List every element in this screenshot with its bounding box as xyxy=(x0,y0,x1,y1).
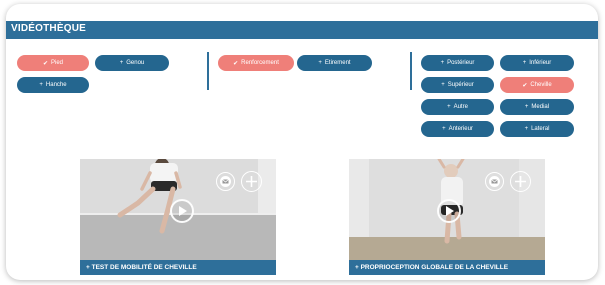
filter-divider xyxy=(410,52,412,90)
plus-icon[interactable] xyxy=(510,171,531,192)
filter-posterieur[interactable]: + Postérieur xyxy=(421,55,494,71)
plus-icon: + xyxy=(441,82,445,88)
filter-inferieur[interactable]: + Inférieur xyxy=(500,55,574,71)
video-title[interactable]: + TEST DE MOBILITÉ DE CHEVILLE xyxy=(80,260,276,275)
plus-icon: + xyxy=(447,104,451,110)
filter-label: Medial xyxy=(531,104,550,110)
plus-icon[interactable] xyxy=(241,171,262,192)
filter-medial[interactable]: + Medial xyxy=(500,99,574,115)
page-title: VIDÉOTHÈQUE xyxy=(11,23,86,34)
videotheque-header: VIDÉOTHÈQUE xyxy=(6,21,598,39)
filter-divider xyxy=(207,52,209,90)
filter-autre[interactable]: + Autre xyxy=(421,99,494,115)
plus-icon: + xyxy=(440,60,445,66)
plus-icon: + xyxy=(524,126,529,132)
filter-label: Postérieur xyxy=(447,60,475,66)
filter-label: Etirement xyxy=(324,60,351,66)
plus-icon: + xyxy=(39,82,43,88)
filter-etirement[interactable]: + Etirement xyxy=(297,55,372,71)
plus-icon: + xyxy=(318,60,322,66)
filter-label: Supérieur xyxy=(447,82,474,88)
filter-hanche[interactable]: + Hanche xyxy=(17,77,89,93)
plus-icon: + xyxy=(119,60,124,66)
envelope-icon[interactable] xyxy=(485,172,504,191)
filter-label: Inférieur xyxy=(529,60,552,66)
filter-label: Anterieur xyxy=(448,126,473,132)
filter-label: Pied xyxy=(51,60,64,66)
video-card[interactable]: + TEST DE MOBILITÉ DE CHEVILLE xyxy=(80,159,276,275)
filter-label: Lateral xyxy=(531,126,550,132)
filter-label: Hanche xyxy=(45,82,67,88)
filter-label: Renforcement xyxy=(241,60,279,66)
play-icon[interactable] xyxy=(170,199,194,223)
plus-icon: + xyxy=(522,60,527,66)
filter-superieur[interactable]: + Supérieur xyxy=(421,77,494,93)
play-icon[interactable] xyxy=(437,199,461,223)
filter-genou[interactable]: + Genou xyxy=(95,55,169,71)
check-icon: ✔ xyxy=(522,82,528,89)
video-title[interactable]: + PROPRIOCEPTION GLOBALE DE LA CHEVILLE xyxy=(349,260,545,275)
filter-cheville[interactable]: ✔ Cheville xyxy=(500,77,574,93)
filter-renforcement[interactable]: ✔ Renforcement xyxy=(218,55,294,71)
video-card[interactable]: + PROPRIOCEPTION GLOBALE DE LA CHEVILLE xyxy=(349,159,545,275)
filter-lateral[interactable]: + Lateral xyxy=(500,121,574,137)
plus-icon: + xyxy=(524,104,529,110)
check-icon: ✔ xyxy=(233,60,239,67)
check-icon: ✔ xyxy=(42,60,48,67)
videotheque-card: VIDÉOTHÈQUE ✔ Pied + Genou + Hanche ✔ Renfor… xyxy=(6,4,598,280)
plus-icon: + xyxy=(442,126,446,132)
filter-label: Genou xyxy=(126,60,145,66)
filter-label: Cheville xyxy=(530,82,552,88)
filter-label: Autre xyxy=(453,104,468,110)
envelope-icon[interactable] xyxy=(216,172,235,191)
filter-pied[interactable]: ✔ Pied xyxy=(17,55,89,71)
filter-anterieur[interactable]: + Anterieur xyxy=(421,121,494,137)
